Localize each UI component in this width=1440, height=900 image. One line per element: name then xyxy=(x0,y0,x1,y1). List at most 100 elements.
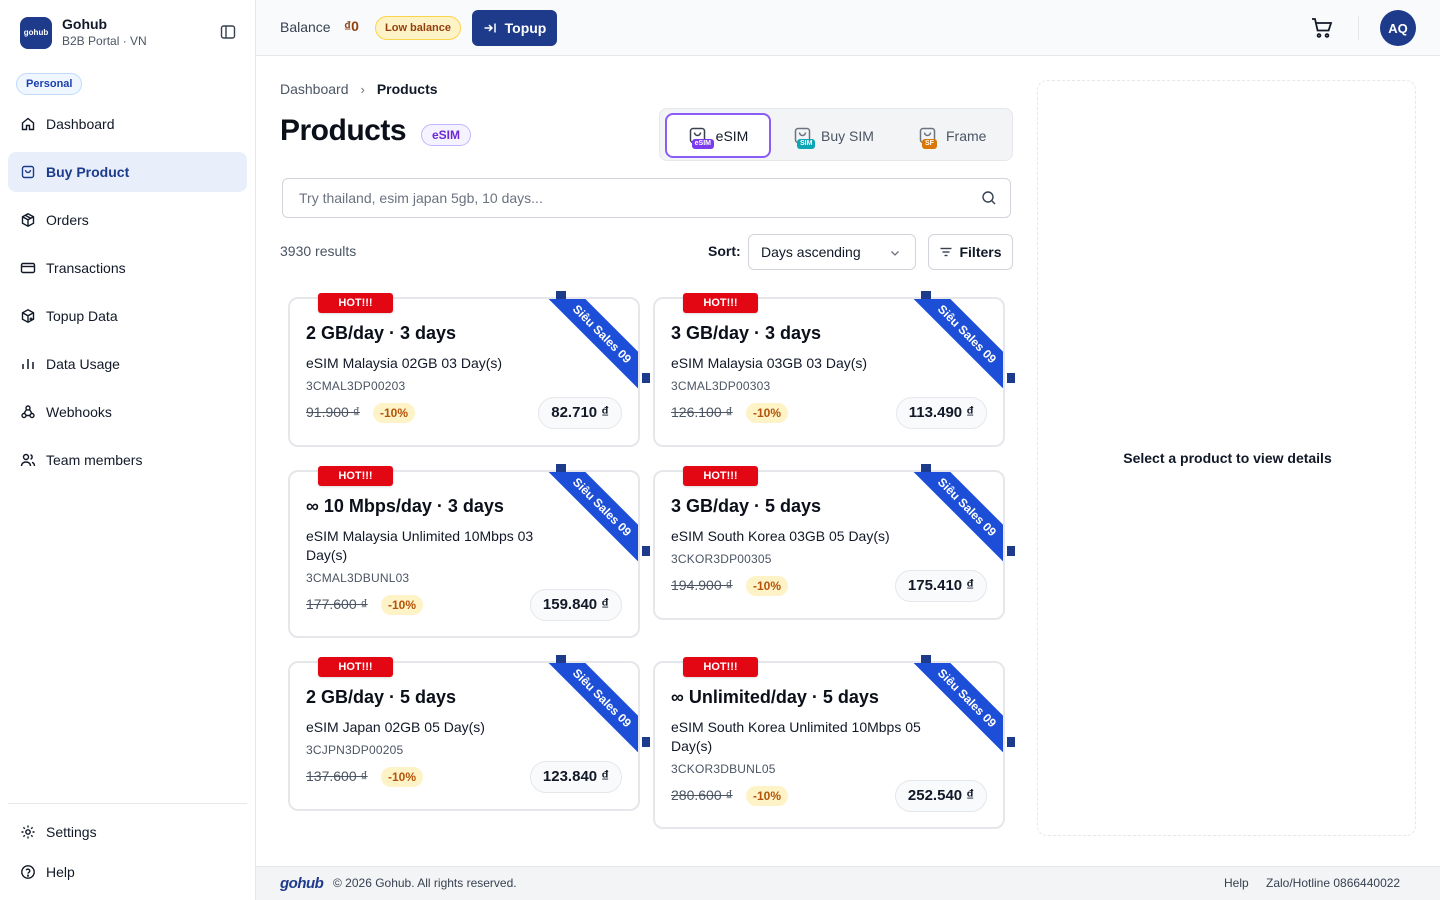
discount-badge: -10% xyxy=(746,786,789,806)
product-price: 113.490 ₫ xyxy=(895,397,987,429)
product-name: eSIM Malaysia 02GB 03 Day(s) xyxy=(306,355,503,371)
product-title: ∞ 10 Mbps/day · 3 days xyxy=(306,496,504,516)
product-price: 82.710 ₫ xyxy=(538,397,622,429)
product-card[interactable]: Siêu Sales 09 HOT!!! 2 GB/day · 3 days e… xyxy=(288,291,650,447)
hot-badge: HOT!!! xyxy=(683,657,758,677)
product-price: 159.840 ₫ xyxy=(529,589,622,621)
product-title: ∞ Unlimited/day · 5 days xyxy=(671,687,879,707)
top-header: Balance ₫0 Low balance Topup AQ xyxy=(256,0,1440,56)
home-icon xyxy=(21,117,35,131)
cart-icon[interactable] xyxy=(1310,16,1334,40)
promo-ribbon: Siêu Sales 09 xyxy=(536,299,638,400)
product-title: 3 GB/day · 3 days xyxy=(671,323,822,343)
product-sku: 3CKOR3DBUNL05 xyxy=(671,762,776,776)
product-sku: 3CKOR3DP00305 xyxy=(671,552,772,566)
product-original-price: 126.100 ₫ xyxy=(671,404,733,420)
sidebar-item-team-members[interactable]: Team members xyxy=(8,440,247,480)
sidebar-item-transactions[interactable]: Transactions xyxy=(8,248,247,288)
sidebar: gohub Gohub B2B Portal · VN Personal Das… xyxy=(0,0,256,900)
footer-logo: gohub xyxy=(280,875,324,892)
footer-copyright: © 2026 Gohub. All rights reserved. xyxy=(333,876,517,890)
users-icon xyxy=(20,453,36,467)
chevron-down-icon xyxy=(891,251,899,256)
sidebar-item-label: Dashboard xyxy=(46,116,115,132)
shopping-bag-icon: SIM xyxy=(793,126,816,149)
promo-ribbon: Siêu Sales 09 xyxy=(901,299,1003,400)
product-title: 2 GB/day · 5 days xyxy=(306,687,457,707)
sidebar-item-webhooks[interactable]: Webhooks xyxy=(8,392,247,432)
sort-selected-value: Days ascending xyxy=(761,244,861,260)
sidebar-item-label: Topup Data xyxy=(46,308,118,324)
tab-esim[interactable]: eSIM eSIM xyxy=(665,113,771,158)
chevron-right-icon: › xyxy=(360,81,365,97)
tab-mini-badge: SF xyxy=(922,138,937,149)
sidebar-item-label: Webhooks xyxy=(46,404,112,420)
tab-buy-sim[interactable]: SIM Buy SIM xyxy=(793,113,874,158)
tab-mini-badge: eSIM xyxy=(691,138,714,149)
product-type-tabs: eSIM eSIM SIM Buy SIM SF Frame xyxy=(659,108,1013,161)
sidebar-item-help[interactable]: Help xyxy=(8,852,247,892)
discount-badge: -10% xyxy=(746,403,789,423)
filter-icon xyxy=(940,247,952,257)
account-type-badge: Personal xyxy=(16,73,83,95)
breadcrumb-dashboard-link[interactable]: Dashboard xyxy=(280,81,349,97)
hot-badge: HOT!!! xyxy=(318,466,393,486)
sidebar-item-buy-product[interactable]: Buy Product xyxy=(8,152,247,192)
search-input[interactable] xyxy=(299,179,959,217)
sort-select[interactable]: Days ascending xyxy=(748,234,916,270)
brand[interactable]: gohub Gohub B2B Portal · VN xyxy=(20,16,147,49)
sidebar-item-label: Settings xyxy=(46,824,97,840)
header-divider xyxy=(1358,16,1359,40)
product-card[interactable]: Siêu Sales 09 HOT!!! 3 GB/day · 3 days e… xyxy=(653,291,1015,447)
product-detail-panel: Select a product to view details xyxy=(1037,80,1416,836)
balance-label: Balance xyxy=(280,19,331,35)
tab-label: Buy SIM xyxy=(821,127,874,144)
sidebar-item-dashboard[interactable]: Dashboard xyxy=(8,104,247,144)
sidebar-item-label: Team members xyxy=(46,452,143,468)
product-card[interactable]: Siêu Sales 09 HOT!!! ∞ Unlimited/day · 5… xyxy=(653,655,1015,829)
sidebar-item-settings[interactable]: Settings xyxy=(8,812,247,852)
tab-frame[interactable]: SF Frame xyxy=(918,113,986,158)
search-box xyxy=(282,178,1011,218)
search-icon[interactable] xyxy=(981,190,997,206)
product-original-price: 177.600 ₫ xyxy=(306,596,368,612)
tab-label: Frame xyxy=(946,127,987,144)
product-sku: 3CMAL3DP00203 xyxy=(306,379,406,393)
product-card[interactable]: Siêu Sales 09 HOT!!! 3 GB/day · 5 days e… xyxy=(653,464,1015,620)
product-card[interactable]: Siêu Sales 09 HOT!!! 2 GB/day · 5 days e… xyxy=(288,655,650,811)
filters-button[interactable]: Filters xyxy=(928,234,1013,270)
product-name: eSIM South Korea 03GB 05 Day(s) xyxy=(671,528,890,544)
footer-help-link[interactable]: Help xyxy=(1224,876,1249,890)
detail-empty-message: Select a product to view details xyxy=(1123,450,1332,466)
sidebar-item-orders[interactable]: Orders xyxy=(8,200,247,240)
product-name: eSIM South Korea Unlimited 10Mbps 05 Day… xyxy=(671,719,921,754)
footer: gohub © 2026 Gohub. All rights reserved.… xyxy=(256,866,1440,900)
sidebar-item-topup-data[interactable]: Topup Data xyxy=(8,296,247,336)
discount-badge: -10% xyxy=(746,576,789,596)
filters-label: Filters xyxy=(959,244,1002,260)
sidebar-item-label: Buy Product xyxy=(46,164,130,180)
arrow-right-to-line-icon xyxy=(484,23,496,33)
topup-button[interactable]: Topup xyxy=(472,10,557,46)
sidebar-item-data-usage[interactable]: Data Usage xyxy=(8,344,247,384)
brand-logo: gohub xyxy=(20,16,52,49)
shopping-bag-icon: eSIM xyxy=(688,126,714,149)
sidebar-footer-nav: Settings Help xyxy=(8,803,247,892)
webhook-icon xyxy=(21,405,35,419)
product-original-price: 91.900 ₫ xyxy=(306,404,360,420)
breadcrumb-current: Products xyxy=(376,81,438,97)
footer-hotline: Zalo/Hotline 0866440022 xyxy=(1266,876,1401,890)
hot-badge: HOT!!! xyxy=(318,657,393,677)
product-card[interactable]: Siêu Sales 09 HOT!!! ∞ 10 Mbps/day · 3 d… xyxy=(288,464,650,638)
hot-badge: HOT!!! xyxy=(683,293,758,313)
product-sku: 3CMAL3DP00303 xyxy=(671,379,771,393)
user-avatar[interactable]: AQ xyxy=(1380,10,1416,46)
balance-value: ₫0 xyxy=(344,18,359,34)
product-price: 252.540 ₫ xyxy=(894,780,987,812)
promo-ribbon: Siêu Sales 09 xyxy=(901,472,1003,573)
product-name: eSIM Malaysia Unlimited 10Mbps 03 Day(s) xyxy=(306,528,534,563)
product-type-badge: eSIM xyxy=(421,124,472,146)
discount-badge: -10% xyxy=(373,403,416,423)
product-original-price: 137.600 ₫ xyxy=(306,768,368,784)
sidebar-toggle-icon[interactable] xyxy=(220,24,236,40)
